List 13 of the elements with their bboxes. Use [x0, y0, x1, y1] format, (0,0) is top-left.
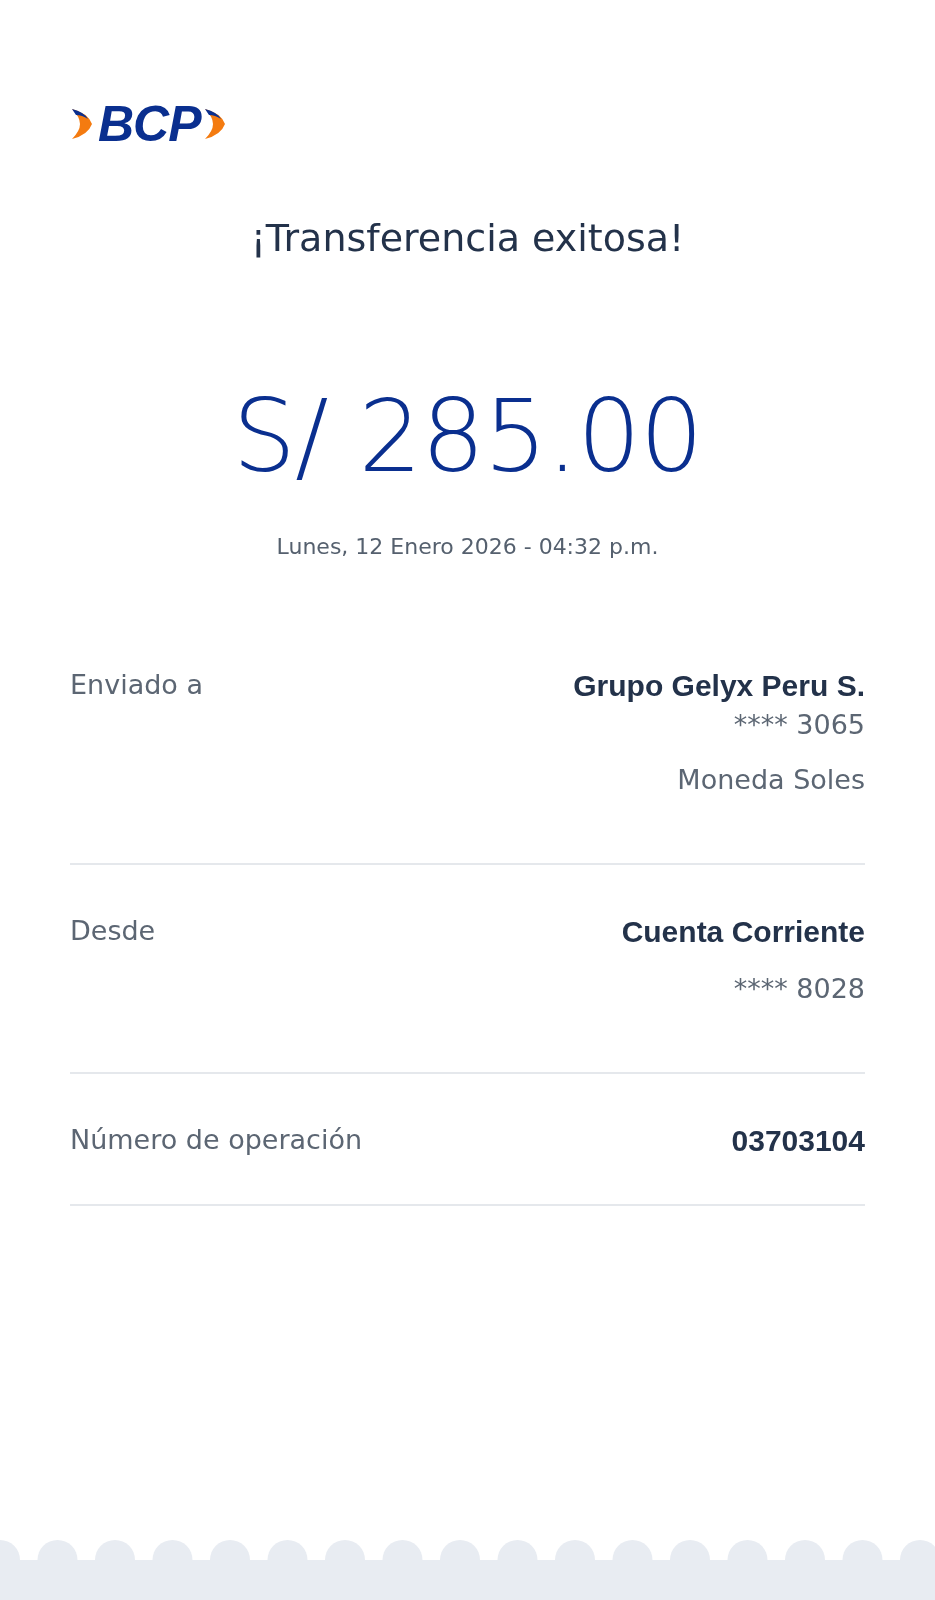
detail-value: Cuenta Corriente	[621, 914, 865, 949]
detail-label: Desde	[70, 914, 156, 948]
detail-label: Enviado a	[70, 668, 203, 702]
detail-value: **** 8028	[733, 972, 865, 1004]
detail-label: Número de operación	[70, 1123, 363, 1157]
detail-value: 03703104	[731, 1123, 865, 1158]
amount: S/ 285.00	[231, 381, 704, 492]
success-title: ¡Transferencia exitosa!	[249, 216, 686, 262]
detail-value: **** 3065	[733, 708, 865, 740]
logo: BCP	[98, 99, 201, 149]
detail-value: Grupo Gelyx Peru S.	[573, 668, 865, 703]
detail-value: Moneda Soles	[677, 763, 865, 795]
date-time: Lunes, 12 Enero 2026 - 04:32 p.m.	[275, 533, 660, 559]
